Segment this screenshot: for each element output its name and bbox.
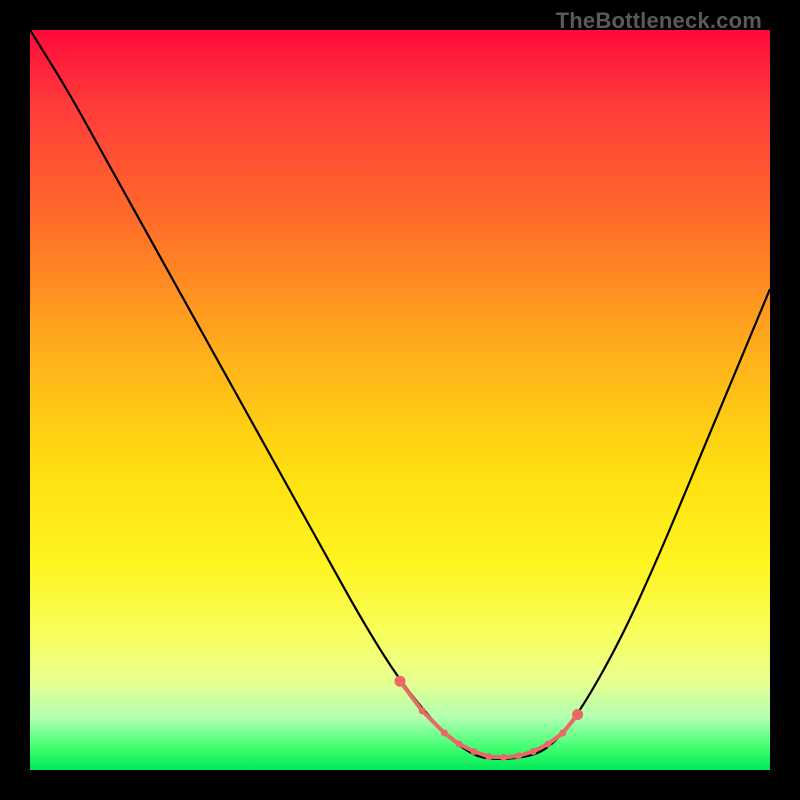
optimal-zone-marker [559,730,566,737]
optimal-zone-marker [395,676,406,687]
optimal-zone-marker [572,709,583,720]
credit-label: TheBottleneck.com [556,8,762,34]
optimal-zone-markers [395,676,584,761]
optimal-zone-marker [545,741,552,748]
optimal-zone-marker [500,754,507,761]
optimal-zone-marker [419,707,426,714]
optimal-zone-marker [485,753,492,760]
chart-svg [30,30,770,770]
optimal-zone-marker [530,748,537,755]
bottleneck-curve-group [30,30,770,759]
optimal-zone-line [400,681,578,757]
optimal-zone-marker [471,748,478,755]
bottleneck-curve [30,30,770,759]
optimal-zone-marker [456,741,463,748]
optimal-zone-marker [515,752,522,759]
chart-container: TheBottleneck.com [0,0,800,800]
optimal-zone-marker [441,730,448,737]
